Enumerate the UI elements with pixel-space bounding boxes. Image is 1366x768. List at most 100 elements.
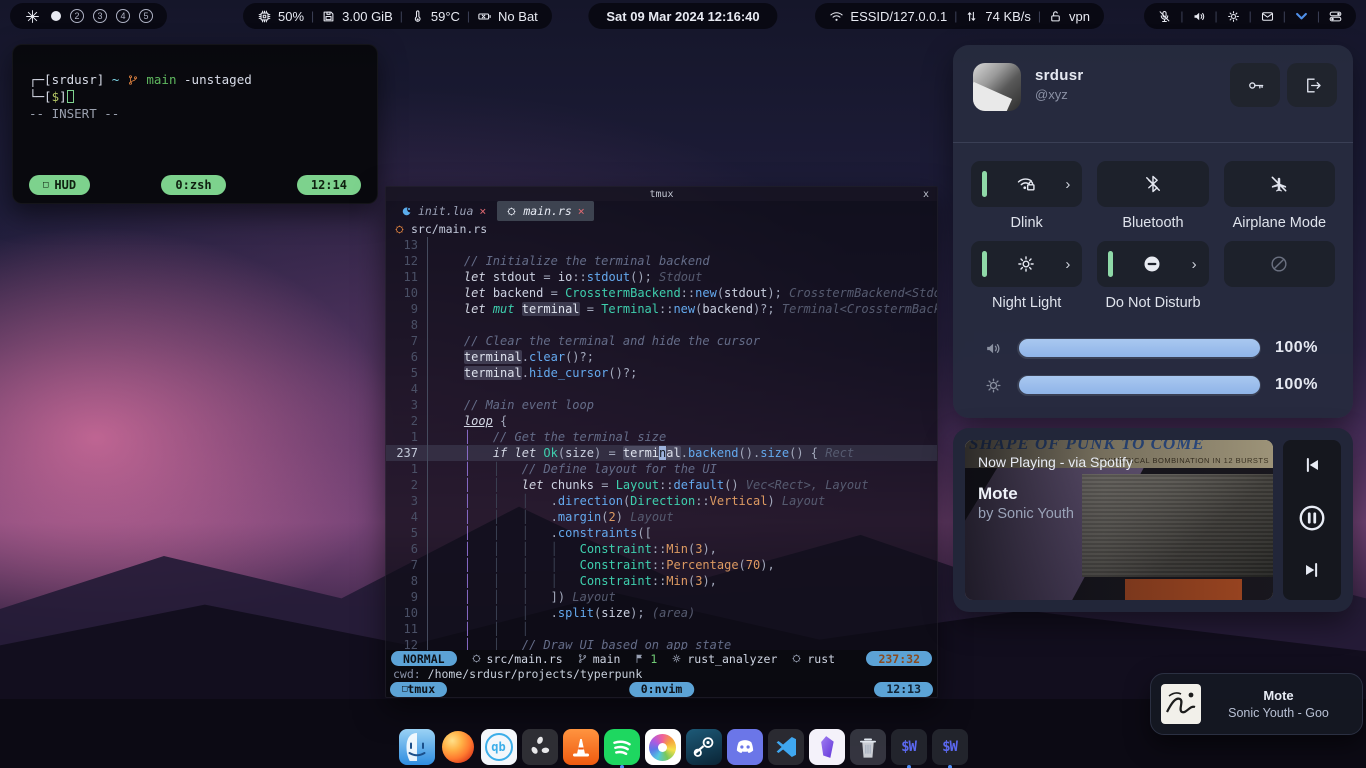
track-artist: by Sonic Youth: [978, 506, 1074, 522]
keyring-button[interactable]: [1230, 63, 1280, 107]
dock-item-file-manager[interactable]: [399, 729, 435, 765]
avatar[interactable]: [973, 63, 1021, 111]
workspace-5[interactable]: 5: [139, 9, 153, 23]
brightness-slider-row: 100%: [983, 374, 1333, 396]
tab-init.lua[interactable]: init.lua×: [392, 201, 495, 221]
code-line: 13: [386, 237, 937, 253]
playback-controls: [1283, 440, 1341, 600]
workspace-active[interactable]: [51, 11, 61, 21]
chevron-down-icon[interactable]: [1293, 9, 1310, 24]
cwd-line: cwd: /home/srdusr/projects/typerpunk: [386, 667, 937, 681]
toggles-icon[interactable]: [1327, 9, 1344, 24]
editor-titlebar: tmux x: [386, 187, 937, 201]
rust-icon: [506, 206, 517, 217]
dock-item-steam[interactable]: [686, 729, 722, 765]
code-line: 8 │ │ │ │ Constraint::Min(3),: [386, 573, 937, 589]
toggle-label: [1224, 292, 1335, 316]
logout-icon: [1303, 76, 1322, 95]
tab-close-icon[interactable]: ×: [479, 204, 486, 218]
tab-main.rs[interactable]: main.rs×: [497, 201, 593, 221]
code-area[interactable]: 1312 // Initialize the terminal backend1…: [386, 237, 937, 650]
minus-circle-icon: [1142, 254, 1162, 274]
close-window-button[interactable]: x: [923, 189, 929, 200]
user-handle: @xyz: [1035, 87, 1068, 102]
clock[interactable]: Sat 09 Mar 2024 12:16:40: [588, 3, 777, 29]
stat-memory: 3.00 GiB: [321, 9, 393, 24]
git-branch-icon: [577, 653, 588, 664]
code-line: 11 let stdout = io::stdout(); Stdout: [386, 269, 937, 285]
toggle-label: Dlink: [971, 212, 1082, 236]
editor-window[interactable]: tmux x init.lua×main.rs× src/main.rs 131…: [385, 186, 938, 698]
dock-item-vscode[interactable]: [768, 729, 804, 765]
key-icon: [1246, 76, 1265, 95]
dock: qb $W$W: [0, 729, 1366, 765]
speaker-icon[interactable]: [1191, 9, 1208, 24]
speaker-icon: [983, 339, 1003, 358]
workspace-3[interactable]: 3: [93, 9, 107, 23]
blocked-icon: [1269, 254, 1289, 274]
toggle-bluetooth[interactable]: [1097, 161, 1208, 207]
quick-settings-grid: ›DlinkBluetoothAirplane Mode››Night Ligh…: [971, 161, 1335, 316]
gear-icon[interactable]: [1225, 9, 1242, 24]
mail-icon[interactable]: [1259, 9, 1276, 24]
toggle-night-light[interactable]: ›: [971, 241, 1082, 287]
dock-item-discord[interactable]: [727, 729, 763, 765]
stat-cpu: 50%: [257, 9, 304, 24]
code-line: 10 │ │ │ .split(size); (area): [386, 605, 937, 621]
toggle-airplane-mode[interactable]: [1224, 161, 1335, 207]
code-line: 6 terminal.clear()?;: [386, 349, 937, 365]
tmux-session-hud[interactable]: □HUD: [29, 175, 90, 195]
code-line: 11 │ │ │: [386, 621, 937, 637]
workspace-2[interactable]: 2: [70, 9, 84, 23]
dock-item-vlc[interactable]: [563, 729, 599, 765]
code-line: 8: [386, 317, 937, 333]
code-line: 2 │ │ let chunks = Layout::default() Vec…: [386, 477, 937, 493]
mic-off-icon[interactable]: [1156, 9, 1173, 24]
notification-title: Mote: [1201, 688, 1356, 703]
toggle-extra[interactable]: [1224, 241, 1335, 287]
toggle-dlink[interactable]: ›: [971, 161, 1082, 207]
dock-item-qbittorrent[interactable]: qb: [481, 729, 517, 765]
notification-card[interactable]: Mote Sonic Youth - Goo: [1150, 673, 1363, 735]
next-icon[interactable]: [1301, 559, 1323, 586]
code-line: 9 │ │ │ ]) Layout: [386, 589, 937, 605]
dock-item-software-1[interactable]: $W: [891, 729, 927, 765]
dock-item-trash[interactable]: [850, 729, 886, 765]
tmux-session-tmux[interactable]: □ tmux: [390, 682, 447, 697]
album-art: SHAPE OF PUNK TO COME A CHIMERICAL BOMBI…: [965, 440, 1273, 600]
memory-icon: [321, 9, 336, 24]
star-logo-icon: [24, 9, 41, 24]
system-stats-pill: 50%|3.00 GiB|59°C|No Bat: [243, 3, 552, 29]
dock-item-photos[interactable]: [645, 729, 681, 765]
terminal-line: -- INSERT --: [29, 105, 361, 122]
toggle-label: Bluetooth: [1097, 212, 1208, 236]
dock-item-obs[interactable]: [522, 729, 558, 765]
workspace-4[interactable]: 4: [116, 9, 130, 23]
terminal-window[interactable]: ┌─[srdusr] ~ main -unstaged└─[$]-- INSER…: [12, 44, 378, 204]
previous-icon[interactable]: [1301, 454, 1323, 481]
net-lock-open: vpn: [1048, 9, 1090, 24]
user-name: srdusr: [1035, 67, 1084, 84]
dock-item-firefox[interactable]: [440, 729, 476, 765]
pause-circle-icon[interactable]: [1297, 503, 1327, 538]
stat-thermometer: 59°C: [410, 9, 460, 24]
tab-close-icon[interactable]: ×: [578, 204, 585, 218]
brightness-slider[interactable]: [1017, 375, 1261, 396]
code-line: 237 │ if let Ok(size) = terminal.backend…: [386, 445, 937, 461]
bluetooth-off-icon: [1143, 174, 1163, 194]
code-line: 12 // Initialize the terminal backend: [386, 253, 937, 269]
tmux-window-zsh[interactable]: 0:zsh: [161, 175, 225, 195]
wifi-lock-icon: [1016, 174, 1036, 194]
logout-button[interactable]: [1287, 63, 1337, 107]
lock-open-icon: [1048, 9, 1063, 24]
dock-item-obsidian[interactable]: [809, 729, 845, 765]
dock-item-spotify[interactable]: [604, 729, 640, 765]
rust-icon: [791, 653, 802, 664]
code-line: 5 │ │ │ .constraints([: [386, 525, 937, 541]
volume-slider[interactable]: [1017, 338, 1261, 359]
code-line: 4 │ │ │ .margin(2) Layout: [386, 509, 937, 525]
tmux-window-nvim[interactable]: 0:nvim: [629, 682, 695, 697]
statusline: NORMAL src/main.rs main 1 rust_analyzer …: [386, 650, 937, 667]
toggle-do-not-disturb[interactable]: ›: [1097, 241, 1208, 287]
dock-item-software-2[interactable]: $W: [932, 729, 968, 765]
